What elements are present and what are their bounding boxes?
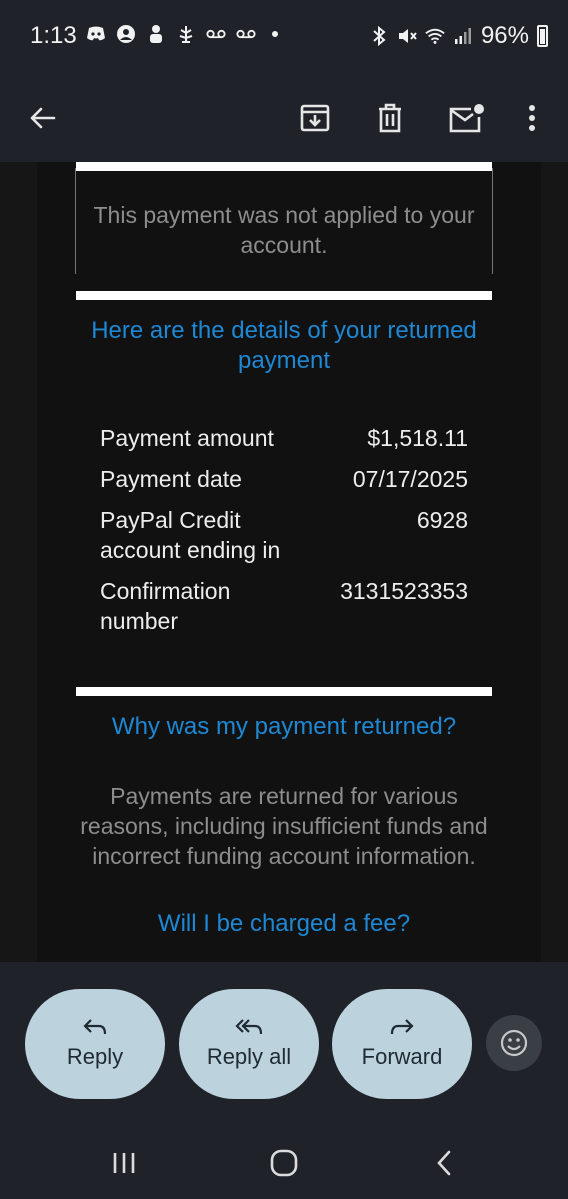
reply-label: Reply xyxy=(66,1044,124,1069)
reply-action-bar: Reply Reply all Forward xyxy=(0,962,568,1124)
detail-label: Confirmation number xyxy=(100,578,231,634)
mark-unread-button[interactable] xyxy=(445,96,489,140)
home-icon xyxy=(270,1149,298,1177)
detail-value: 07/17/2025 xyxy=(352,466,468,492)
notice-box: This payment was not applied to your acc… xyxy=(75,168,493,274)
why-returned-link[interactable]: Why was my payment returned? xyxy=(77,712,491,742)
home-button[interactable] xyxy=(264,1146,304,1180)
detail-row-account: PayPal Credit account ending in 6928 xyxy=(100,505,468,565)
discord-icon xyxy=(86,24,106,44)
voicemail-icon xyxy=(206,24,226,44)
wifi-icon xyxy=(425,26,445,46)
garden-icon xyxy=(176,24,196,44)
notice-text: This payment was not applied to your acc… xyxy=(93,202,475,258)
details-heading: Here are the details of your returned pa… xyxy=(91,317,477,374)
more-vert-icon xyxy=(529,105,535,131)
forward-label: Forward xyxy=(361,1044,443,1069)
divider-bar xyxy=(76,291,492,300)
archive-button[interactable] xyxy=(293,96,337,140)
system-nav-bar xyxy=(0,1124,568,1199)
detail-value: 6928 xyxy=(416,507,468,533)
trash-icon xyxy=(379,103,401,133)
forward-button[interactable]: Forward xyxy=(332,989,472,1099)
back-arrow-icon xyxy=(30,107,56,129)
mute-icon xyxy=(397,26,417,46)
fee-link[interactable]: Will I be charged a fee? xyxy=(77,909,491,939)
delete-button[interactable] xyxy=(368,96,412,140)
detail-row-date: Payment date 07/17/2025 xyxy=(100,464,468,494)
divider-bar xyxy=(76,687,492,696)
reply-icon xyxy=(83,1019,107,1035)
system-icons: 96% xyxy=(369,22,548,50)
signal-icon xyxy=(453,26,473,46)
detail-value: $1,518.11 xyxy=(367,425,468,451)
bluetooth-icon xyxy=(369,26,389,46)
system-back-button[interactable] xyxy=(424,1146,464,1180)
reply-all-label: Reply all xyxy=(206,1044,292,1069)
detail-row-confirmation: Confirmation number 3131523353 xyxy=(100,576,468,636)
notification-icons xyxy=(86,24,278,44)
game-icon xyxy=(146,24,166,44)
why-returned-body: Payments are returned for various reason… xyxy=(80,783,488,869)
mark-unread-icon xyxy=(449,104,484,133)
recents-icon xyxy=(113,1153,135,1173)
archive-icon xyxy=(300,104,330,132)
reply-all-button[interactable]: Reply all xyxy=(179,989,319,1099)
reply-button[interactable]: Reply xyxy=(25,989,165,1099)
reply-all-icon xyxy=(235,1019,263,1035)
email-card: This payment was not applied to your acc… xyxy=(37,162,541,962)
forward-icon xyxy=(390,1019,414,1035)
email-body[interactable]: This payment was not applied to your acc… xyxy=(0,162,568,962)
battery-icon xyxy=(537,25,548,47)
status-time: 1:13 xyxy=(30,22,77,49)
status-bar: 1:13 96% xyxy=(0,0,568,76)
back-button[interactable] xyxy=(20,96,64,140)
chevron-left-icon xyxy=(437,1150,451,1176)
detail-value: 3131523353 xyxy=(340,578,468,604)
battery-percent: 96% xyxy=(480,22,529,49)
emoji-reaction-button[interactable] xyxy=(486,1015,542,1071)
emoji-icon xyxy=(500,1029,528,1057)
detail-label: Payment date xyxy=(100,466,242,492)
app-bar xyxy=(0,76,568,162)
detail-label: Payment amount xyxy=(100,425,274,451)
detail-label: PayPal Credit account ending in xyxy=(100,507,281,563)
detail-row-amount: Payment amount $1,518.11 xyxy=(100,423,468,453)
voicemail-icon xyxy=(236,24,256,44)
notification-dot xyxy=(272,31,278,37)
account-icon xyxy=(116,24,136,44)
recents-button[interactable] xyxy=(104,1146,144,1180)
more-options-button[interactable] xyxy=(510,96,554,140)
